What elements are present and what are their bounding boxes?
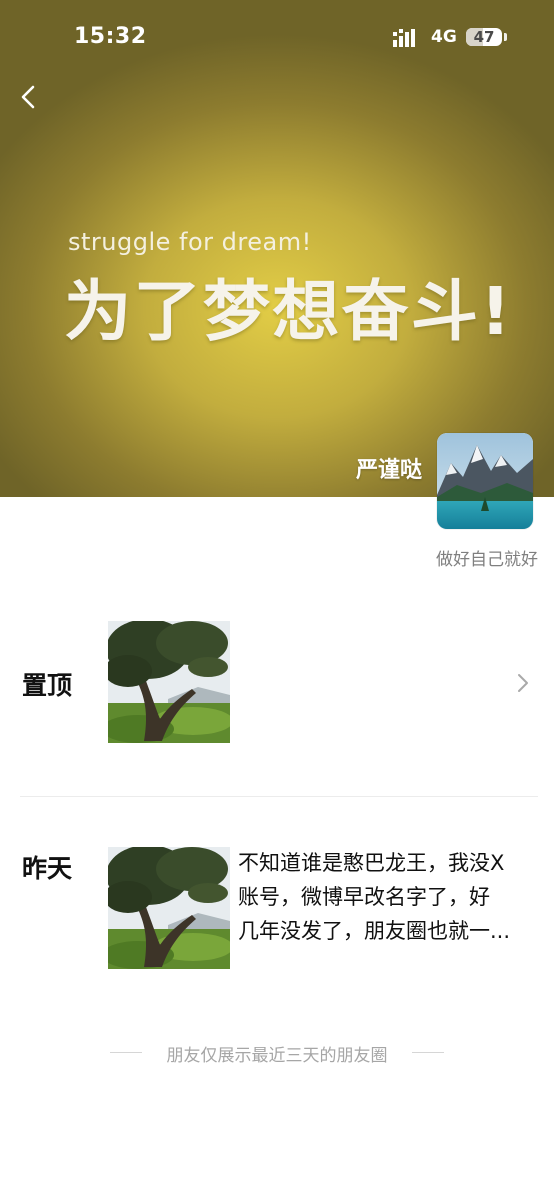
status-time: 15:32 xyxy=(74,24,147,49)
network-type: 4G xyxy=(431,27,457,47)
tree-photo-icon xyxy=(108,847,230,969)
mountain-lake-avatar-icon xyxy=(437,433,533,529)
signal-icon xyxy=(393,29,415,47)
post-thumbnail[interactable] xyxy=(108,847,230,969)
chevron-right-icon[interactable] xyxy=(516,672,530,694)
footer-note: 朋友仅展示最近三天的朋友圈 xyxy=(166,1046,388,1066)
status-bar: 15:32 4G 47 xyxy=(0,0,554,70)
tree-photo-icon xyxy=(108,621,230,743)
post-text-line: 不知道谁是憨巴龙王，我没X xyxy=(238,851,505,875)
battery-icon: 47 xyxy=(466,28,502,46)
section-divider xyxy=(20,796,538,797)
cover-image[interactable]: 15:32 4G 47 struggle for dream! 为了梦想奋斗! … xyxy=(0,0,554,497)
profile-signature: 做好自己就好 xyxy=(436,550,538,570)
post-text[interactable]: 不知道谁是憨巴龙王，我没X 账号，微博早改名字了，好 几年没发了，朋友圈也就一.… xyxy=(238,846,532,948)
battery-percent: 47 xyxy=(473,28,495,46)
battery-tip xyxy=(504,33,507,41)
post-text-line: 账号，微博早改名字了，好 xyxy=(238,885,490,909)
back-icon[interactable] xyxy=(14,82,44,112)
section-label-yesterday: 昨天 xyxy=(22,854,73,883)
avatar[interactable] xyxy=(437,433,533,529)
pinned-post-thumbnail[interactable] xyxy=(108,621,230,743)
post-text-line: 几年没发了，朋友圈也就一... xyxy=(238,919,511,943)
section-label-pinned: 置顶 xyxy=(22,671,73,700)
footer-divider-right xyxy=(412,1052,444,1053)
profile-username: 严谨哒 xyxy=(355,458,422,483)
cover-slogan-en: struggle for dream! xyxy=(68,228,312,256)
cover-slogan-zh: 为了梦想奋斗! xyxy=(64,273,513,350)
